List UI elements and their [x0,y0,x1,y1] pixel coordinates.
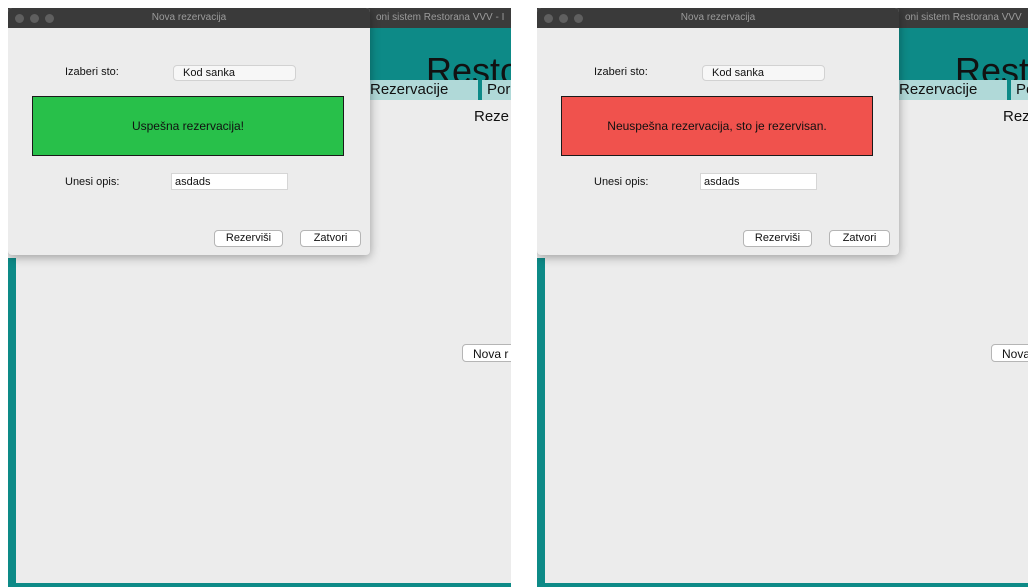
window-border-bottom [8,583,511,587]
dialog-title: Nova rezervacija [151,12,227,23]
new-reservation-button[interactable]: Nova r [462,344,511,362]
menu-separator [478,80,482,100]
new-reservation-button[interactable]: Nova [991,344,1028,362]
description-label: Unesi opis: [65,176,120,188]
main-window-title: oni sistem Restorana VVV [905,12,1022,23]
status-message-error: Neuspešna rezervacija, sto je rezervisan… [561,96,873,156]
screenshot-failure: oni sistem Restorana VVV Resto Rezervaci… [537,8,1028,587]
content-title: Reze [474,108,510,125]
window-border-left [8,258,16,587]
status-message-success: Uspešna rezervacija! [32,96,344,156]
window-border-bottom [537,583,1028,587]
menu-item-porudzbine[interactable]: Po [1016,81,1028,98]
close-button[interactable]: Zatvori [300,230,361,247]
table-select[interactable]: Kod sanka [173,65,296,81]
menu-item-rezervacije[interactable]: Rezervacije [899,81,977,98]
menu-bar: Rezervacije Por [370,80,511,100]
close-button[interactable]: Zatvori [829,230,890,247]
reserve-button[interactable]: Rezerviši [743,230,812,247]
menu-separator [1007,80,1011,100]
window-border-left [537,258,545,587]
dialog-title: Nova rezervacija [680,12,756,23]
content-title: Rez [1003,108,1028,125]
description-label: Unesi opis: [594,176,649,188]
dialog-titlebar: Nova rezervacija [537,8,899,28]
table-label: Izaberi sto: [65,66,119,78]
description-input[interactable] [171,173,288,190]
description-input[interactable] [700,173,817,190]
reserve-button[interactable]: Rezerviši [214,230,283,247]
main-window-title: oni sistem Restorana VVV - I [376,12,505,23]
new-reservation-dialog: Nova rezervacija Izaberi sto: Kod sanka … [537,8,899,255]
screenshot-success: oni sistem Restorana VVV - I Restor Reze… [8,8,511,587]
table-select[interactable]: Kod sanka [702,65,825,81]
new-reservation-dialog: Nova rezervacija Izaberi sto: Kod sanka … [8,8,370,255]
dialog-titlebar: Nova rezervacija [8,8,370,28]
table-label: Izaberi sto: [594,66,648,78]
menu-item-porudzbine[interactable]: Por [487,81,510,98]
menu-bar: Rezervacije Po [899,80,1028,100]
menu-item-rezervacije[interactable]: Rezervacije [370,81,448,98]
